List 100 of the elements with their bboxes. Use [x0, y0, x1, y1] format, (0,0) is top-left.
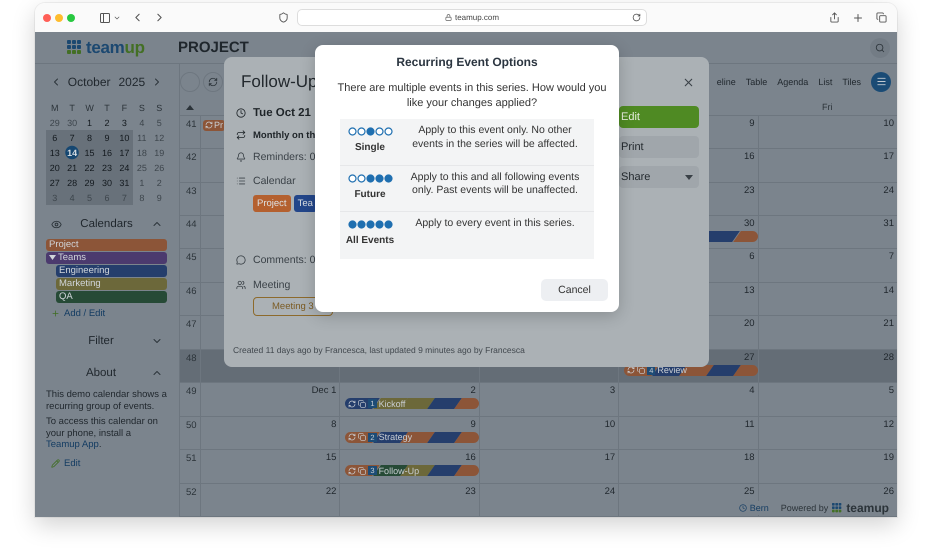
- copy-icon: [358, 466, 366, 475]
- option-label[interactable]: Future: [354, 188, 386, 200]
- cancel-button[interactable]: Cancel: [541, 278, 608, 300]
- mini-day[interactable]: 8: [133, 190, 151, 205]
- add-edit-link[interactable]: Add / Edit: [51, 308, 106, 319]
- mini-day[interactable]: 10: [116, 130, 134, 145]
- event-chip[interactable]: Pr: [203, 120, 225, 131]
- mini-day[interactable]: 26: [150, 160, 168, 175]
- mini-day[interactable]: 24: [116, 160, 134, 175]
- share-icon[interactable]: [829, 12, 840, 23]
- menu-button[interactable]: [871, 72, 891, 92]
- option-description: Apply to this and all following events only. Past events will be unaffected.: [410, 170, 580, 198]
- copy-icon: [358, 433, 366, 442]
- section-title: Filter: [87, 335, 115, 347]
- tabs-icon[interactable]: [876, 12, 887, 23]
- mini-day[interactable]: 9: [150, 190, 168, 205]
- calendar-item[interactable]: Engineering: [56, 265, 167, 277]
- mini-day[interactable]: 19: [150, 145, 168, 160]
- mini-day[interactable]: 22: [80, 160, 98, 175]
- mini-day[interactable]: 21: [63, 160, 81, 175]
- day-number: 16: [465, 452, 476, 466]
- mini-day[interactable]: 9: [98, 130, 116, 145]
- modal-title: Recurring Event Options: [395, 55, 539, 71]
- view-tab[interactable]: Table: [746, 76, 768, 87]
- mini-day[interactable]: 4: [133, 115, 151, 130]
- view-tab[interactable]: Agenda: [777, 76, 808, 87]
- search-button[interactable]: [870, 38, 890, 58]
- mini-day[interactable]: 12: [150, 130, 168, 145]
- close-button[interactable]: [682, 76, 695, 88]
- new-tab-icon[interactable]: [852, 12, 864, 24]
- option-description: Apply to every event in this series.: [414, 216, 576, 231]
- refresh-button[interactable]: [203, 72, 223, 92]
- day-number: 2: [470, 385, 476, 398]
- mini-day[interactable]: 30: [98, 175, 116, 190]
- mini-day[interactable]: 2: [150, 175, 168, 190]
- mini-day[interactable]: 27: [46, 175, 64, 190]
- option-label[interactable]: Single: [354, 142, 385, 153]
- action-button[interactable]: Share: [619, 166, 699, 188]
- week-number: 41: [185, 118, 198, 132]
- day-number: 12: [883, 418, 894, 432]
- mini-day[interactable]: 5: [150, 115, 168, 130]
- reload-icon[interactable]: [632, 13, 641, 22]
- sidebar-icon[interactable]: [99, 12, 111, 24]
- day-header: Fri: [821, 102, 834, 112]
- mini-day[interactable]: 31: [116, 175, 134, 190]
- mini-day[interactable]: 2: [98, 115, 116, 130]
- recurrence-text: Monthly on th: [253, 130, 316, 140]
- mini-day[interactable]: 28: [63, 175, 81, 190]
- calendar-item[interactable]: Marketing: [56, 278, 167, 290]
- mini-day[interactable]: 30: [63, 115, 81, 130]
- mini-day[interactable]: 8: [80, 130, 98, 145]
- timezone-link[interactable]: Bern: [738, 503, 769, 513]
- option-label[interactable]: All Events: [346, 235, 394, 246]
- view-tab[interactable]: Tiles: [842, 76, 861, 87]
- shield-icon[interactable]: [278, 12, 289, 23]
- day-number: 9: [470, 418, 476, 432]
- mini-day[interactable]: 3: [116, 115, 134, 130]
- mini-day[interactable]: 1: [80, 115, 98, 130]
- collapse-icon[interactable]: [186, 104, 194, 110]
- calendar-item[interactable]: QA: [56, 291, 167, 303]
- refresh-icon: [208, 76, 218, 87]
- mini-day[interactable]: 7: [63, 130, 81, 145]
- mini-day[interactable]: 14: [63, 145, 81, 160]
- mini-day[interactable]: 23: [98, 160, 116, 175]
- edit-link[interactable]: Edit: [51, 458, 80, 468]
- mini-day[interactable]: 29: [46, 115, 64, 130]
- caret-icon[interactable]: [49, 255, 56, 261]
- day-number: 11: [744, 418, 755, 432]
- mini-day[interactable]: 15: [80, 145, 98, 160]
- mini-day[interactable]: 29: [80, 175, 98, 190]
- view-tab[interactable]: List: [818, 76, 832, 87]
- reminders-text: Reminders: 0: [253, 151, 316, 163]
- calendar-item[interactable]: Teams: [46, 252, 167, 264]
- mini-day[interactable]: 11: [133, 130, 151, 145]
- address-field[interactable]: teamup.com: [297, 9, 647, 26]
- action-button[interactable]: Print: [619, 136, 699, 158]
- mini-day[interactable]: 13: [46, 145, 64, 160]
- view-tab[interactable]: eline: [716, 76, 736, 87]
- calendar-item[interactable]: Project: [46, 239, 167, 251]
- address-text: teamup.com: [454, 13, 500, 22]
- mini-day[interactable]: 18: [133, 145, 151, 160]
- mini-day[interactable]: 1: [133, 175, 151, 190]
- close-window-button[interactable]: [43, 14, 51, 22]
- action-button[interactable]: Edit: [619, 106, 699, 128]
- copy-icon: [637, 366, 646, 374]
- day-number: 23: [744, 184, 755, 198]
- year-label: 2025: [118, 75, 146, 89]
- mini-day[interactable]: 16: [98, 145, 116, 160]
- app-link[interactable]: Teamup App: [46, 439, 99, 450]
- mini-day[interactable]: 20: [46, 160, 64, 175]
- week-number: 47: [185, 318, 198, 332]
- mini-day[interactable]: 6: [46, 130, 64, 145]
- mini-day[interactable]: 17: [116, 145, 134, 160]
- zoom-window-button[interactable]: [67, 14, 75, 22]
- week-number: 43: [185, 184, 198, 199]
- eye-icon[interactable]: [51, 218, 62, 230]
- bell-icon: [236, 152, 246, 162]
- brand-text: teamup: [846, 501, 889, 515]
- section-title: Calendars: [79, 218, 134, 230]
- mini-day[interactable]: 25: [133, 160, 151, 175]
